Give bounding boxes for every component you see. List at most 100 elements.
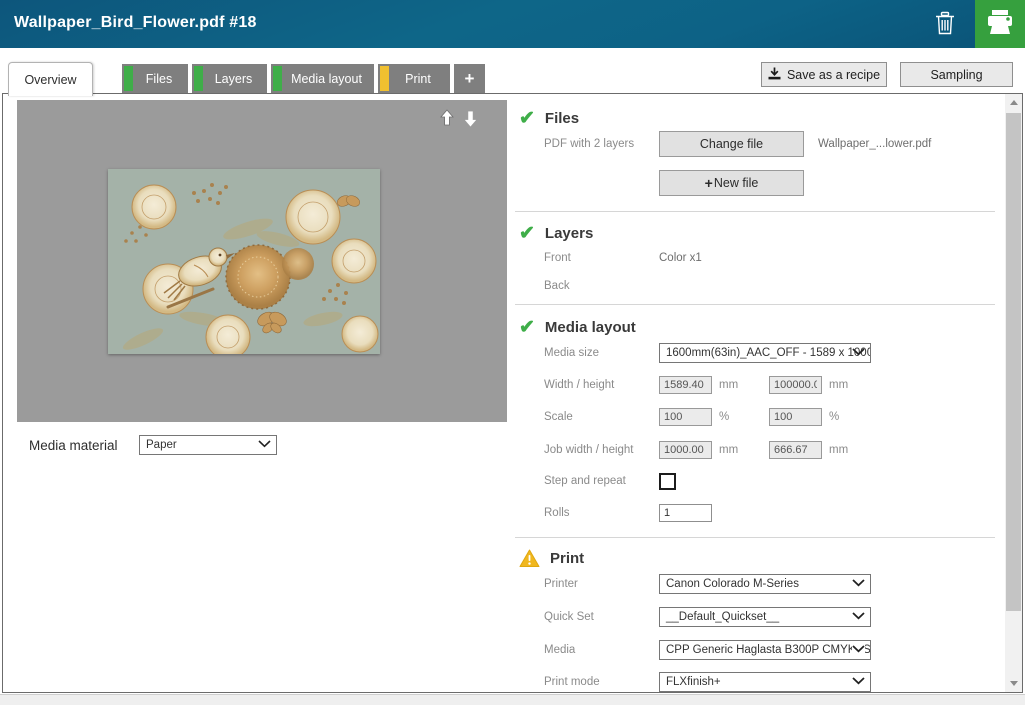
scale-y-input [769, 408, 822, 426]
tab-layers-status-ok [194, 66, 203, 91]
plus-icon: + [705, 175, 713, 191]
height-unit-label: mm [829, 379, 853, 391]
tab-print-label: Print [397, 72, 431, 86]
print-mode-value: FLXfinish+ [666, 676, 721, 688]
print-section-title: Print [550, 550, 584, 567]
layers-section-header: ✔ Layers [519, 224, 593, 243]
scrollbar-thumb[interactable] [1006, 113, 1021, 611]
chevron-down-icon [852, 676, 865, 688]
tab-media-layout[interactable]: Media layout [271, 64, 374, 93]
triangle-up-icon [1010, 100, 1018, 105]
quickset-select[interactable]: __Default_Quickset__ [659, 607, 871, 627]
change-file-label: Change file [700, 137, 763, 151]
print-media-label: Media [544, 644, 659, 656]
section-divider [515, 211, 995, 212]
chevron-down-icon [852, 644, 865, 656]
chevron-down-icon [852, 578, 865, 590]
tab-layers-label: Layers [207, 72, 253, 86]
print-media-select[interactable]: CPP Generic Haglasta B300P CMYKSS-AU- [659, 640, 871, 660]
quickset-row: Quick Set __Default_Quickset__ [544, 607, 871, 627]
checkmark-icon: ✔ [519, 109, 535, 128]
title-bar: Wallpaper_Bird_Flower.pdf #18 [0, 0, 1025, 48]
step-repeat-row: Step and repeat [544, 472, 676, 490]
section-divider [515, 304, 995, 305]
printer-value: Canon Colorado M-Series [666, 578, 799, 590]
chevron-down-icon [852, 611, 865, 623]
tab-add[interactable]: + [454, 64, 485, 93]
save-as-recipe-button[interactable]: Save as a recipe [761, 62, 887, 87]
media-row: Media CPP Generic Haglasta B300P CMYKSS-… [544, 640, 871, 660]
artwork-preview [108, 169, 380, 354]
printer-icon [985, 8, 1015, 41]
files-new-row: + New file [544, 170, 804, 196]
chevron-down-icon [852, 347, 865, 359]
job-height-input [769, 441, 822, 459]
rolls-row: Rolls [544, 504, 712, 522]
files-section-header: ✔ Files [519, 109, 579, 128]
arrow-down-icon[interactable] [462, 109, 479, 133]
tab-print-status-warning [380, 66, 389, 91]
plus-icon: + [465, 69, 475, 89]
files-section-title: Files [545, 110, 579, 127]
tab-overview[interactable]: Overview [8, 62, 93, 96]
arrow-up-icon[interactable] [439, 109, 455, 133]
media-size-row: Media size 1600mm(63in)_AAC_OFF - 1589 x… [544, 343, 871, 363]
scale-label: Scale [544, 411, 659, 423]
job-size-label: Job width / height [544, 444, 659, 456]
job-size-row: Job width / height mm mm [544, 441, 853, 459]
step-repeat-checkbox[interactable] [659, 473, 676, 490]
delete-job-button[interactable] [931, 12, 959, 38]
print-media-value: CPP Generic Haglasta B300P CMYKSS-AU- [666, 644, 871, 656]
media-material-select[interactable]: Paper [139, 435, 277, 455]
checkmark-icon: ✔ [519, 224, 535, 243]
scroll-down-button[interactable] [1005, 675, 1022, 692]
job-height-unit-label: mm [829, 444, 853, 456]
change-file-button[interactable]: Change file [659, 131, 804, 157]
tab-strip: Overview Files Layers Media layout Print… [0, 48, 1025, 93]
front-label: Front [544, 252, 659, 264]
files-change-row: PDF with 2 layers Change file Wallpaper_… [544, 131, 931, 157]
scale-row: Scale % % [544, 408, 853, 426]
print-section-header: Print [519, 549, 584, 568]
print-mode-select[interactable]: FLXfinish+ [659, 672, 871, 692]
new-file-label: New file [714, 176, 758, 190]
sampling-label: Sampling [930, 68, 982, 82]
tab-layers[interactable]: Layers [192, 64, 267, 93]
media-width-input [659, 376, 712, 394]
checkmark-icon: ✔ [519, 318, 535, 337]
sampling-button[interactable]: Sampling [900, 62, 1013, 87]
rolls-label: Rolls [544, 507, 659, 519]
save-as-recipe-label: Save as a recipe [787, 68, 880, 82]
overview-panel: Media material Paper ✔ Files PDF with 2 … [2, 93, 1023, 693]
download-icon [768, 67, 781, 83]
front-value: Color x1 [659, 252, 702, 264]
job-width-input [659, 441, 712, 459]
tab-files[interactable]: Files [122, 64, 188, 93]
width-height-label: Width / height [544, 379, 659, 391]
back-label: Back [544, 280, 659, 292]
tab-print[interactable]: Print [378, 64, 450, 93]
print-mode-row: Print mode FLXfinish+ [544, 672, 871, 692]
job-width-unit-label: mm [719, 444, 743, 456]
rolls-input[interactable] [659, 504, 712, 522]
tab-overview-label: Overview [24, 73, 76, 87]
file-type-label: PDF with 2 layers [544, 138, 659, 150]
layers-front-row: Front Color x1 [544, 252, 702, 264]
preview-orientation-controls [439, 109, 479, 133]
scale-y-unit-label: % [829, 411, 853, 423]
media-height-input [769, 376, 822, 394]
window-title: Wallpaper_Bird_Flower.pdf #18 [14, 14, 257, 32]
scroll-up-button[interactable] [1005, 94, 1022, 111]
tab-files-status-ok [124, 66, 133, 91]
new-file-button[interactable]: + New file [659, 170, 804, 196]
media-material-label: Media material [29, 438, 139, 453]
current-file-name: Wallpaper_...lower.pdf [818, 138, 931, 150]
media-size-select[interactable]: 1600mm(63in)_AAC_OFF - 1589 x 100000 [659, 343, 871, 363]
media-layout-section-title: Media layout [545, 319, 636, 336]
warning-icon [519, 549, 540, 568]
printer-select[interactable]: Canon Colorado M-Series [659, 574, 871, 594]
scale-x-unit-label: % [719, 411, 743, 423]
width-unit-label: mm [719, 379, 743, 391]
tab-media-layout-label: Media layout [283, 72, 362, 86]
print-button[interactable] [975, 0, 1025, 48]
